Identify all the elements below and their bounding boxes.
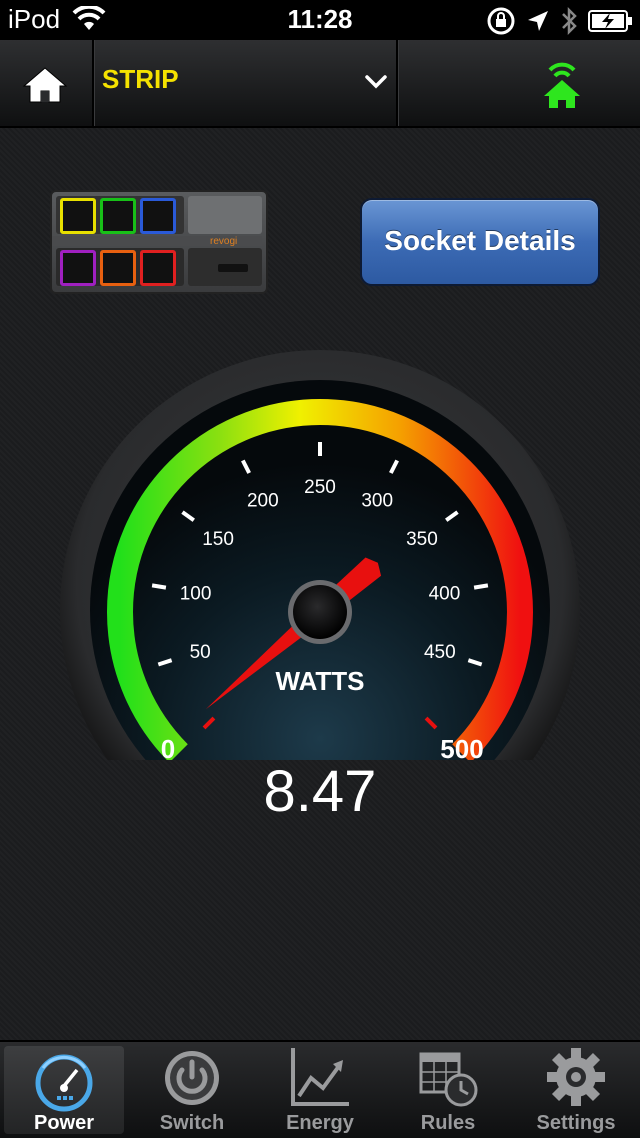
power-gauge: 50 100 150 200 250 300 350 400 450 0 500… <box>60 350 580 760</box>
device-selector[interactable]: STRIP <box>96 40 396 126</box>
gauge-tick-label: 450 <box>424 642 456 663</box>
rotation-lock-icon <box>487 7 515 35</box>
nav-divider <box>92 40 94 126</box>
gauge-tick-label: 50 <box>190 642 211 663</box>
strip-brand-logo: revogi <box>210 236 238 247</box>
chevron-down-icon <box>365 75 387 89</box>
nav-bar: STRIP <box>0 40 640 128</box>
bluetooth-icon <box>562 6 577 36</box>
tab-label: Rules <box>420 1112 476 1134</box>
power-strip-image: revogi <box>50 190 268 294</box>
gauge-tick-label: 100 <box>180 583 212 604</box>
gauge-tick-label: 250 <box>304 477 336 498</box>
outlet-icon <box>140 250 176 286</box>
calendar-clock-icon <box>419 1052 478 1107</box>
gauge-unit-label: WATTS <box>275 666 364 696</box>
status-bar: iPod 11:28 <box>0 0 640 40</box>
tab-power[interactable]: Power <box>4 1046 124 1134</box>
home-icon[interactable] <box>20 64 70 104</box>
socket-details-button[interactable]: Socket Details <box>360 198 600 286</box>
location-arrow-icon <box>528 11 548 31</box>
outlet-icon <box>100 198 136 234</box>
device-name: STRIP <box>102 64 179 94</box>
strip-panel <box>188 196 262 234</box>
outlet-icon <box>100 250 136 286</box>
power-reading: 8.47 <box>263 759 377 824</box>
tab-label: Switch <box>159 1112 225 1134</box>
gauge-tick <box>473 583 489 590</box>
tab-rules[interactable]: Rules <box>384 1042 512 1138</box>
tab-switch[interactable]: Switch <box>128 1042 256 1138</box>
gear-icon <box>547 1048 605 1106</box>
gauge-tick-label: 300 <box>361 491 393 512</box>
nav-divider <box>396 40 398 126</box>
tab-label: Settings <box>536 1112 616 1134</box>
gauge-min-label: 0 <box>161 734 175 760</box>
line-chart-icon <box>291 1048 349 1106</box>
gauge-tick-label: 350 <box>406 529 438 550</box>
tab-label: Energy <box>286 1112 354 1134</box>
outlet-icon <box>140 198 176 234</box>
outlet-icon <box>60 198 96 234</box>
outlet-icon <box>60 250 96 286</box>
battery-charging-icon <box>588 10 632 32</box>
gauge-tick-label: 200 <box>247 491 279 512</box>
gauge-tick <box>151 583 167 590</box>
gauge-hub <box>293 585 347 639</box>
strip-led-indicators <box>218 264 248 272</box>
gauge-tick-label: 150 <box>202 529 234 550</box>
tab-bar: Power Switch Energy Rules Settings <box>0 1040 640 1138</box>
speedometer-icon <box>35 1054 93 1112</box>
power-button-icon <box>165 1051 219 1105</box>
tab-energy[interactable]: Energy <box>256 1042 384 1138</box>
tab-label: Power <box>33 1112 95 1134</box>
home-wifi-connected-icon[interactable] <box>540 60 584 110</box>
gauge-max-label: 500 <box>440 734 483 760</box>
gauge-tick-label: 400 <box>429 583 461 604</box>
tab-settings[interactable]: Settings <box>512 1042 640 1138</box>
